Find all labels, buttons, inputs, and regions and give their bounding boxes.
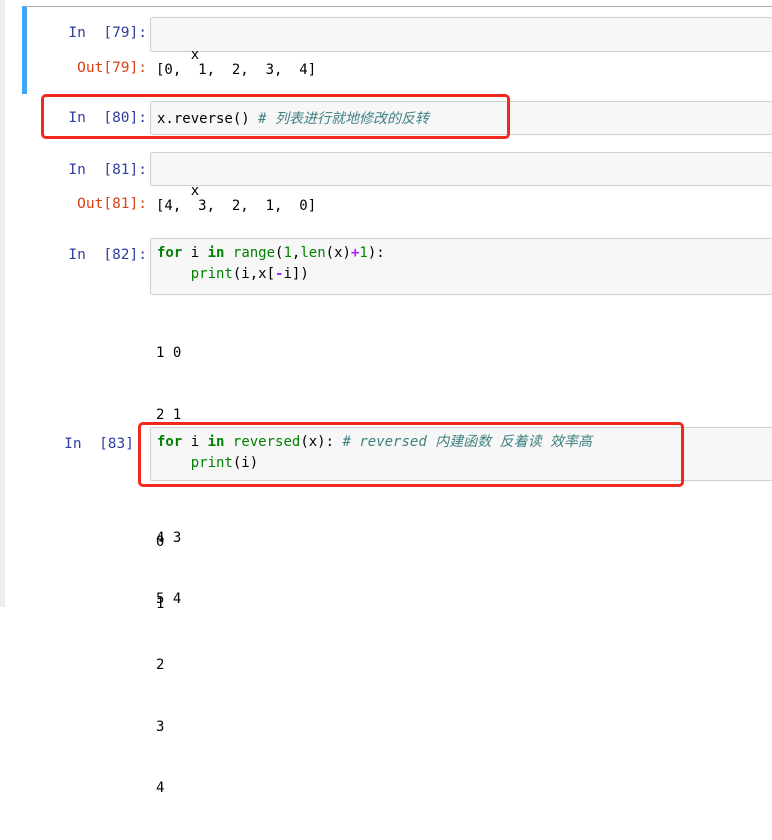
cell-82[interactable]: In [82]: for i in range(1,len(x)+1): pri… — [22, 234, 772, 607]
output-line: 1 0 — [156, 345, 182, 361]
input-prompt: In [81]: — [68, 162, 147, 178]
input-prompt: In [82]: — [68, 247, 147, 263]
cell-output: 0 1 2 3 4 — [156, 491, 190, 840]
output-line: 4 — [156, 780, 165, 796]
output-line: 1 — [156, 595, 165, 612]
cell-output: [0, 1, 2, 3, 4] — [156, 62, 317, 78]
builtin-range: range — [232, 245, 276, 261]
kw-in: in — [207, 245, 225, 261]
input-prompt: In [79]: — [68, 25, 147, 41]
input-prompt: In [83] — [64, 436, 134, 452]
builtin-len: len — [300, 245, 326, 261]
cell-79[interactable]: In [79]: x Out[79]: [0, 1, 2, 3, 4] — [22, 6, 772, 94]
highlight-box-reverse — [41, 94, 510, 139]
kw-for: for — [157, 245, 183, 261]
output-prompt: Out[79]: — [77, 60, 147, 76]
code-input[interactable]: x — [150, 17, 772, 63]
output-line: 3 — [156, 718, 165, 735]
code-number: 1 — [359, 245, 368, 261]
code-args: i]) — [283, 266, 309, 282]
cell-81[interactable]: In [81]: x Out[81]: [4, 3, 2, 1, 0] — [22, 146, 772, 226]
code-punct: ): — [367, 245, 385, 261]
code-args: (i,x[ — [232, 266, 276, 282]
code-var: i — [182, 245, 208, 261]
output-line: 2 — [156, 657, 165, 673]
cell-output: [4, 3, 2, 1, 0] — [156, 198, 317, 214]
notebook-left-margin — [0, 0, 5, 607]
code-input[interactable]: x — [150, 152, 772, 199]
code-punct: (x) — [325, 245, 351, 261]
output-prompt: Out[81]: — [77, 196, 147, 212]
highlight-box-reversed — [138, 422, 684, 487]
code-input[interactable]: for i in range(1,len(x)+1): print(i,x[-i… — [150, 238, 772, 295]
builtin-print: print — [190, 266, 233, 282]
code-number: 1 — [283, 245, 292, 261]
output-line: 0 — [156, 534, 165, 550]
